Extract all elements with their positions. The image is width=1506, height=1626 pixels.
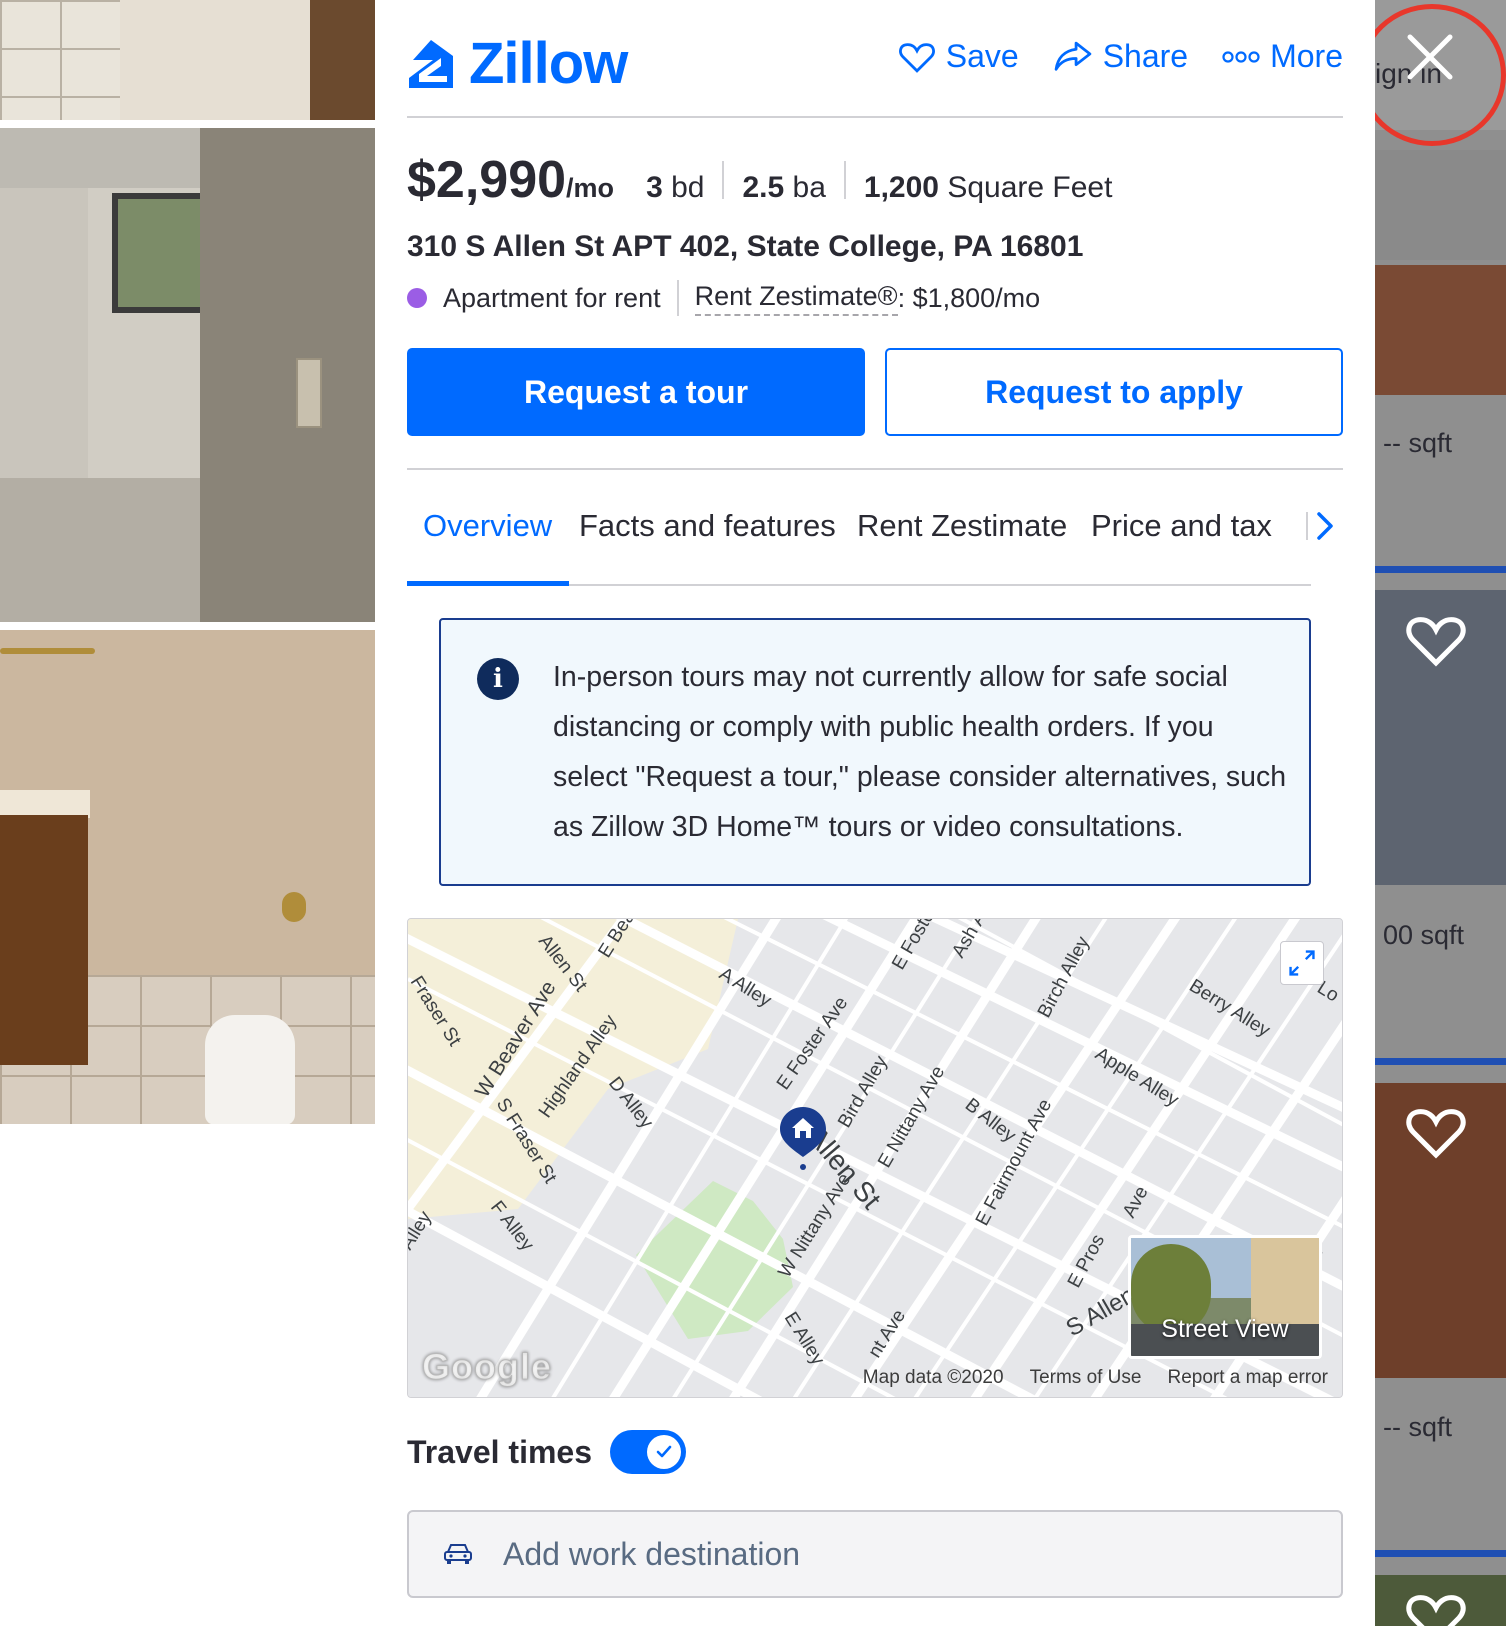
towel-bar [0,648,95,654]
photo-gallery [0,0,375,1626]
listing-address: 310 S Allen St APT 402, State College, P… [407,230,1084,263]
save-label: Save [945,38,1019,74]
zillow-z-icon [409,39,453,88]
tab-rent-zestimate[interactable]: Rent Zestimate [857,508,1067,544]
beds: 3 bd [646,171,704,205]
heart-icon[interactable] [1405,1104,1467,1160]
listing-photo-kitchen[interactable] [0,0,375,120]
more-button[interactable]: More [1222,38,1343,75]
rent-zestimate-value: : $1,800/mo [897,282,1041,313]
price-suffix: /mo [566,173,615,203]
listing-status: Apartment for rent [443,282,661,313]
background-card-divider [1375,1550,1506,1557]
tab-facts-and-features[interactable]: Facts and features [579,508,836,544]
area-unit: Square Feet [947,171,1113,204]
listing-photo-bedroom[interactable] [0,128,375,622]
tab-price-and-tax[interactable]: Price and tax [1091,508,1272,544]
background-card-sqft: 00 sqft [1383,920,1465,950]
rent-zestimate-link[interactable]: Rent Zestimate® [694,281,898,316]
travel-times-row: Travel times [407,1430,686,1474]
wall [120,0,310,120]
light-switch [296,358,322,428]
tab-overview[interactable]: Overview [423,508,552,544]
floor-tiles [0,0,120,120]
request-tour-button[interactable]: Request a tour [407,348,865,436]
request-apply-button[interactable]: Request to apply [885,348,1343,436]
area-value: 1,200 [863,171,939,204]
header-actions: Save Share More [864,38,1343,75]
beds-unit: bd [671,171,705,204]
rent-price: $2,990 [407,151,567,209]
background-card-divider [1375,1058,1506,1065]
beds-value: 3 [646,171,663,204]
map-footer: Map data ©2020 Terms of Use Report a map… [837,1367,1328,1389]
listing-detail-panel: Zillow Save Share More $2,990 /mo 3 bd 2… [375,0,1375,1626]
zillow-logo[interactable]: Zillow [407,30,628,97]
price-summary: $2,990 /mo 3 bd 2.5 ba 1,200 Square Feet [407,150,1112,210]
background-card-divider [1375,566,1506,573]
street-view-label: Street View [1161,1315,1289,1343]
tour-safety-notice: i In-person tours may not currently allo… [439,618,1311,886]
notice-text: In-person tours may not currently allow … [553,661,1287,843]
work-destination-field[interactable] [407,1510,1343,1598]
vanity-counter [0,790,90,818]
travel-times-toggle[interactable] [610,1430,686,1474]
panel-header: Zillow Save Share More [407,0,1343,118]
background-listings: ign in -- sqft 00 sqft -- sqft [1375,0,1506,1626]
door [310,0,375,120]
home-marker-icon[interactable] [778,1105,828,1171]
background-card-sqft: -- sqft [1383,428,1453,458]
heart-icon[interactable] [1405,1590,1467,1626]
heart-icon[interactable] [1405,612,1467,668]
travel-times-label: Travel times [407,1433,592,1470]
more-dots-icon [1222,50,1260,63]
checkmark-icon [656,1445,672,1458]
location-map[interactable]: Allen St E Bea W Beaver Ave S Fraser St … [407,918,1343,1398]
map-report-link[interactable]: Report a map error [1167,1367,1328,1389]
spec-divider [722,161,725,199]
toilet [205,1015,295,1124]
baths-value: 2.5 [742,171,785,204]
listing-photo-bathroom[interactable] [0,630,375,1124]
street-view-thumbnail[interactable]: Street View [1128,1235,1322,1359]
background-filter-bar [1375,150,1506,260]
background-card-sqft: -- sqft [1383,1412,1453,1442]
spec-divider [843,161,846,199]
toggle-knob [647,1435,681,1469]
chevron-right-icon[interactable] [1303,506,1339,546]
share-label: Share [1102,38,1189,74]
front-wall [200,128,375,622]
area: 1,200 Square Feet [864,171,1113,205]
work-destination-input[interactable] [503,1535,1283,1573]
save-button[interactable]: Save [898,38,1019,75]
info-icon: i [477,658,519,700]
google-logo: Google [422,1346,552,1387]
map-expand-icon[interactable] [1280,941,1324,985]
logo-text: Zillow [469,31,628,96]
share-arrow-icon [1054,41,1092,71]
baths: 2.5 ba [742,171,825,205]
status-dot [407,288,427,308]
section-tabs: Overview Facts and features Rent Zestima… [407,470,1333,586]
baths-unit: ba [792,171,826,204]
vanity-cabinet [0,815,88,1065]
close-icon[interactable] [1395,22,1465,92]
paper-holder [282,892,306,922]
share-button[interactable]: Share [1053,38,1188,75]
map-attribution: Map data ©2020 [862,1367,1004,1388]
car-icon [444,1544,472,1564]
map-terms-link[interactable]: Terms of Use [1030,1367,1142,1389]
listing-status-row: Apartment for rent Rent Zestimate® : $1,… [407,280,1040,316]
more-label: More [1270,38,1343,74]
active-tab-indicator [407,581,569,586]
status-divider [676,280,679,316]
heart-icon [898,42,935,73]
background-card-photo[interactable] [1375,265,1506,395]
